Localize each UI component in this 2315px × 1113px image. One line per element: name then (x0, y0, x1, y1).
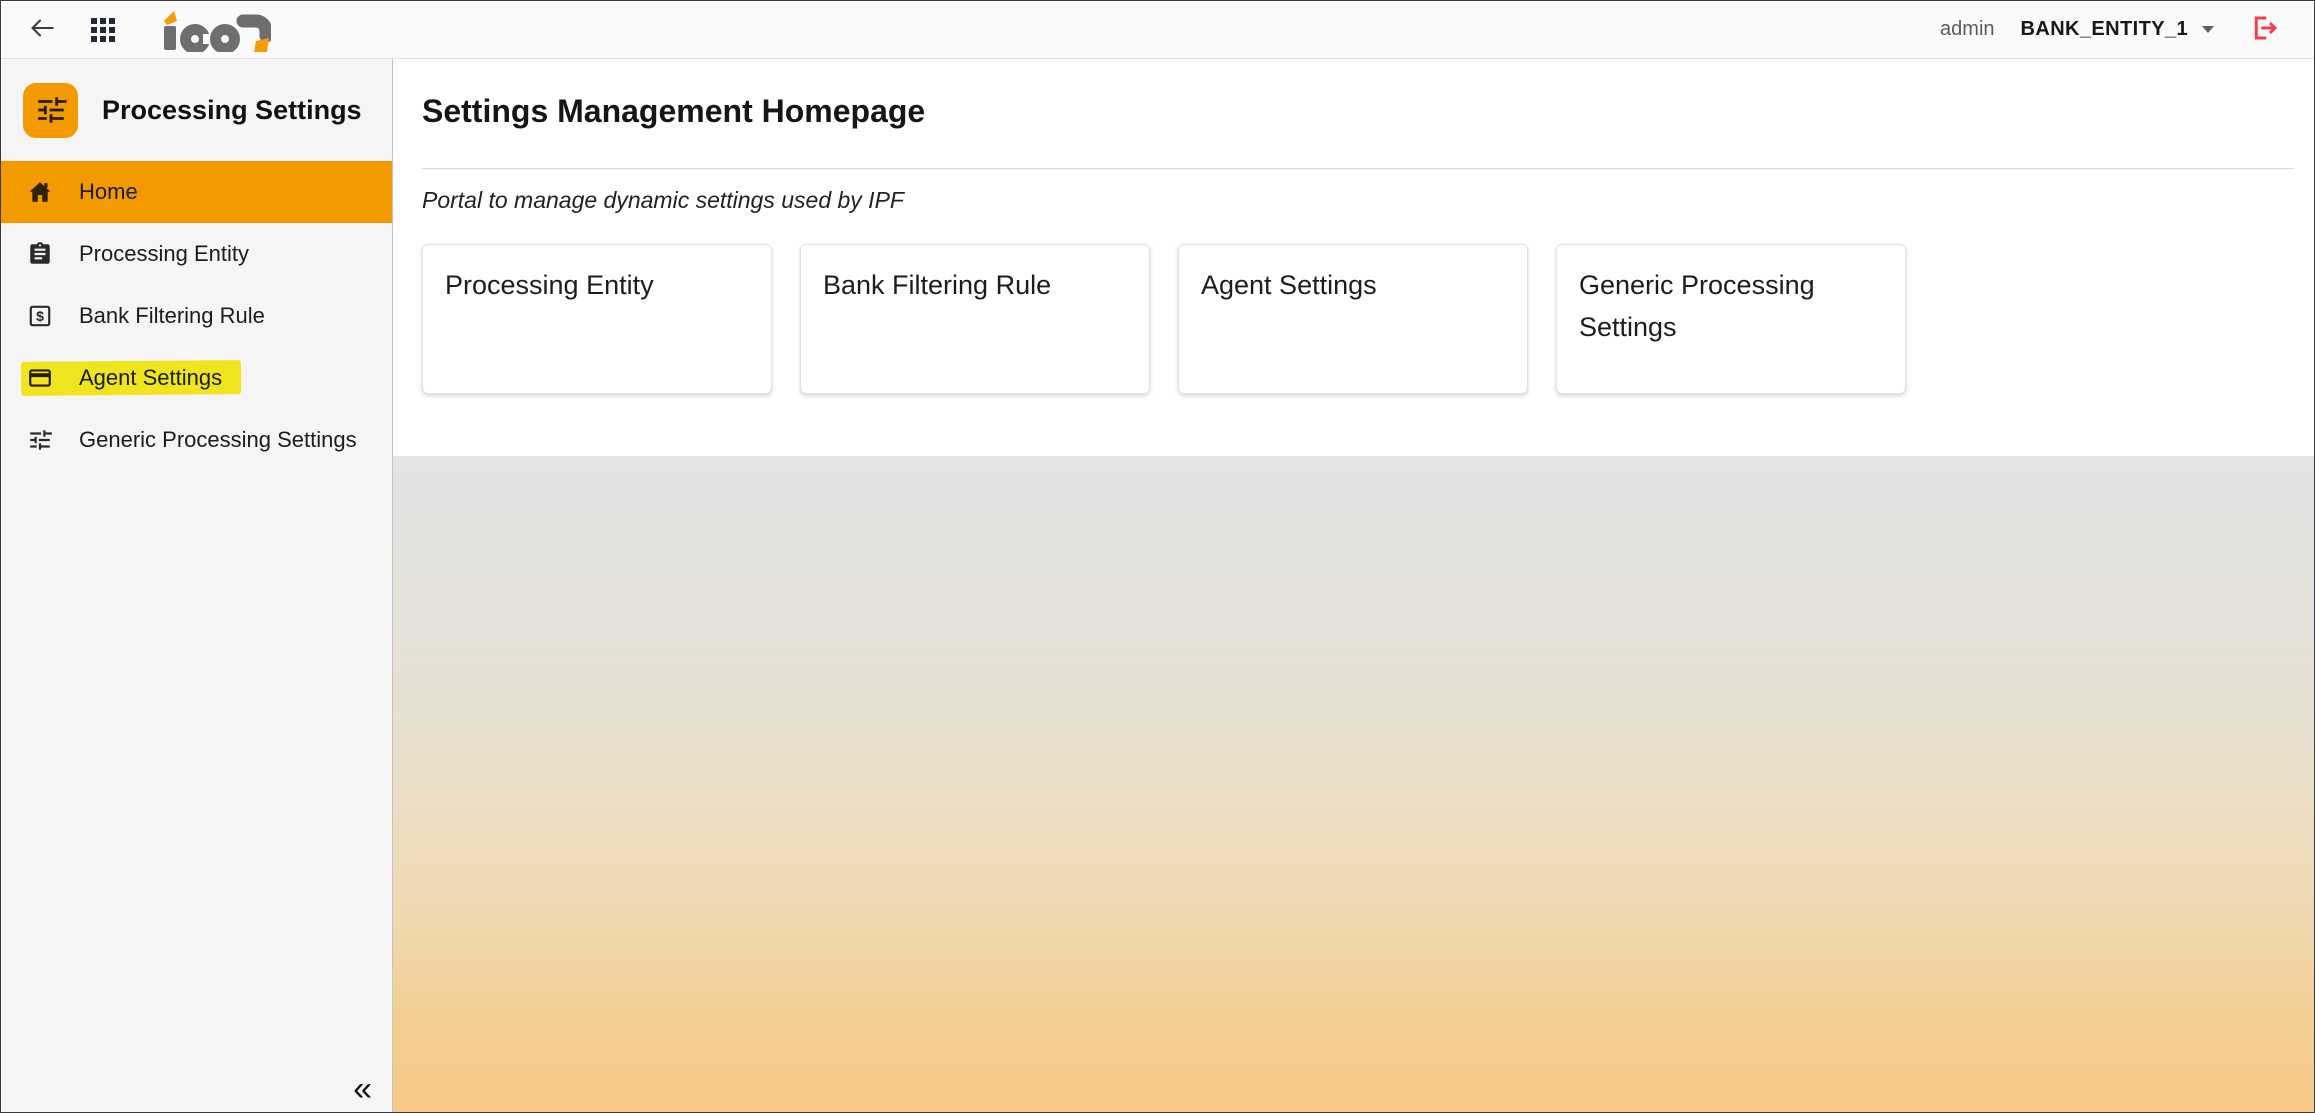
sidebar-item-agent-settings[interactable]: Agent Settings (1, 347, 392, 409)
chevron-down-icon (2202, 26, 2214, 33)
settings-homepage-section: Settings Management Homepage Portal to m… (393, 59, 2314, 456)
sidebar-title: Processing Settings (102, 95, 362, 126)
page-subtitle: Portal to manage dynamic settings used b… (422, 187, 2294, 214)
title-divider (422, 168, 2294, 169)
main-content: Settings Management Homepage Portal to m… (393, 59, 2314, 1112)
sidebar-item-label: Generic Processing Settings (79, 427, 357, 453)
card-label: Generic Processing Settings (1579, 270, 1815, 342)
sidebar-item-label: Bank Filtering Rule (79, 303, 265, 329)
page-title: Settings Management Homepage (422, 92, 2294, 130)
home-icon (26, 178, 54, 206)
topbar: admin BANK_ENTITY_1 (1, 1, 2314, 59)
sidebar-item-bank-filtering-rule[interactable]: $ Bank Filtering Rule (1, 285, 392, 347)
sidebar-item-label: Processing Entity (79, 241, 249, 267)
credit-card-icon (26, 364, 54, 392)
apps-grid-button[interactable] (87, 14, 119, 46)
dollar-box-icon: $ (26, 302, 54, 330)
back-button[interactable] (25, 10, 61, 49)
sidebar-item-processing-entity[interactable]: Processing Entity (1, 223, 392, 285)
logout-button[interactable] (2246, 9, 2284, 50)
sidebar-collapse-button[interactable]: « (353, 1072, 372, 1106)
sidebar: Processing Settings Home (1, 59, 393, 1112)
tune-icon (26, 426, 54, 454)
sidebar-header: Processing Settings (1, 59, 392, 161)
entity-selector-value: BANK_ENTITY_1 (2021, 18, 2188, 41)
back-arrow-icon (29, 14, 57, 45)
icon-logo (161, 8, 271, 52)
clipboard-icon (26, 240, 54, 268)
settings-card-grid: Processing Entity Bank Filtering Rule Ag… (422, 244, 2294, 394)
app-window: admin BANK_ENTITY_1 (0, 0, 2315, 1113)
apps-grid-icon (91, 18, 115, 42)
card-label: Bank Filtering Rule (823, 270, 1051, 300)
logout-icon (2250, 13, 2280, 46)
entity-selector[interactable]: BANK_ENTITY_1 (2021, 18, 2214, 41)
card-label-highlighted: Agent Settings (1201, 265, 1377, 307)
card-agent-settings[interactable]: Agent Settings (1178, 244, 1528, 394)
sidebar-item-generic-processing-settings[interactable]: Generic Processing Settings (1, 409, 392, 471)
card-label: Processing Entity (445, 270, 654, 300)
processing-settings-app-icon (23, 83, 78, 138)
user-role-label: admin (1940, 18, 1994, 41)
card-processing-entity[interactable]: Processing Entity (422, 244, 772, 394)
card-bank-filtering-rule[interactable]: Bank Filtering Rule (800, 244, 1150, 394)
sidebar-item-home[interactable]: Home (1, 161, 392, 223)
background-gradient-area (393, 456, 2314, 1112)
sidebar-item-label: Agent Settings (79, 365, 222, 391)
sidebar-nav: Home Processing Entity $ (1, 161, 392, 471)
sidebar-item-label: Home (79, 179, 138, 205)
card-generic-processing-settings[interactable]: Generic Processing Settings (1556, 244, 1906, 394)
svg-text:$: $ (36, 308, 44, 324)
